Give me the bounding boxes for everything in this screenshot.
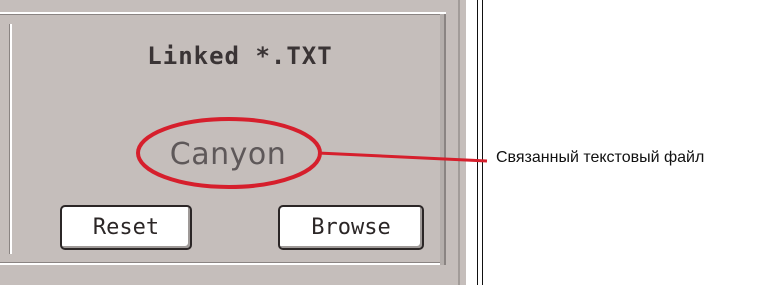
panel-title: Linked *.TXT bbox=[147, 42, 333, 70]
panel-right-bevel bbox=[440, 14, 446, 265]
reset-button[interactable]: Reset bbox=[60, 205, 192, 250]
panel-left-divider bbox=[10, 24, 12, 254]
browse-button[interactable]: Browse bbox=[278, 205, 424, 250]
panel-right-border bbox=[458, 0, 466, 285]
panel-bottom-divider bbox=[0, 263, 446, 265]
panel-top-divider bbox=[0, 12, 446, 14]
linked-file-name: Canyon bbox=[169, 137, 287, 172]
callout-label: Связанный текстовый файл bbox=[496, 149, 705, 166]
vertical-separator bbox=[477, 0, 483, 285]
screenshot-stage: Linked *.TXT Canyon Reset Browse Связанн… bbox=[0, 0, 766, 285]
